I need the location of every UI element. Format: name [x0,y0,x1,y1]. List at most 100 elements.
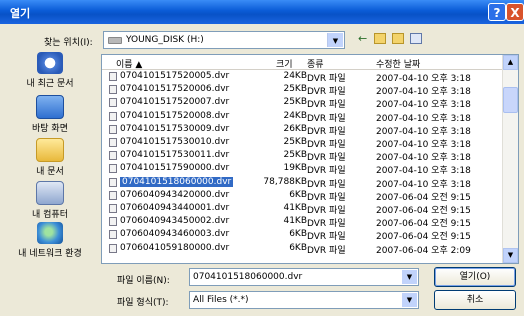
file-row[interactable]: 0706040943420000.dvr 6KB DVR 파일 2007-06-04 … [102,189,503,203]
column-header-row: 이름 ▲ 크기 종류 수정한 날짜 [102,55,503,70]
file-row[interactable]: 0704101517520005.dvr 24KB DVR 파일 2007-04-10… [102,70,503,84]
file-modified: 2007-06-04 오전 9:15 [376,219,471,230]
file-row[interactable]: 0704101517520007.dvr 25KB DVR 파일 2007-04-10… [102,96,503,111]
file-type: DVR 파일 [307,140,346,150]
scroll-thumb[interactable] [503,87,518,113]
filename-label: 파일 이름(N): [117,276,170,286]
column-type-header[interactable]: 종류 [307,57,324,70]
file-row[interactable]: 0706041059180000.dvr 6KB DVR 파일 2007-06-04 … [102,242,503,256]
column-modified-header[interactable]: 수정한 날짜 [376,57,420,70]
filename-value: 0704101518060000.dvr [193,272,303,282]
places-label: 내 컴퓨터 [32,210,68,220]
file-type: DVR 파일 [307,153,346,164]
places-label: 내 네트워크 환경 [18,249,82,259]
file-row[interactable]: 0704101517530009.dvr 26KB DVR 파일 2007-04-10… [102,123,503,137]
dvr-file-icon [109,177,117,187]
file-size: 25KB [283,137,307,147]
file-size: 25KB [283,150,307,161]
column-size-header[interactable]: 크기 [276,57,293,70]
file-name: 0704101517520008.dvr [120,110,230,121]
file-type: DVR 파일 [307,245,346,256]
file-name: 0704101517520006.dvr [120,84,230,95]
column-name-header[interactable]: 이름 ▲ [116,57,142,70]
file-row[interactable]: 0704101517520008.dvr 24KB DVR 파일 2007-04-10… [102,110,503,124]
chevron-down-icon[interactable]: ▼ [327,33,343,47]
file-size: 25KB [283,97,307,108]
file-size: 6KB [289,229,307,240]
file-modified: 2007-06-04 오전 9:15 [376,192,471,203]
close-button[interactable]: X [506,3,524,21]
file-size: 6KB [289,242,307,253]
places-desktop[interactable]: 바탕 화면 [6,95,94,134]
dvr-file-icon [109,151,117,161]
dvr-file-icon [109,124,117,134]
title-bar[interactable]: 열기 ? X [0,0,524,24]
recent-documents-icon [37,52,63,74]
up-folder-icon[interactable] [374,33,386,44]
file-row[interactable]: 0706040943460003.dvr 6KB DVR 파일 2007-06-04 … [102,228,503,243]
places-recent[interactable]: 내 최근 문서 [6,52,94,89]
file-list[interactable]: 이름 ▲ 크기 종류 수정한 날짜 0704101517520005.dvr 24… [101,54,519,264]
scroll-up-button[interactable]: ▲ [503,55,518,70]
location-value: YOUNG_DISK (H:) [126,35,204,45]
filename-input[interactable]: 0704101518060000.dvr ▼ [189,268,419,286]
view-menu-icon[interactable] [410,33,422,44]
file-size: 25KB [283,84,307,95]
file-type: DVR 파일 [307,74,346,84]
file-row[interactable]: 0706040943450002.dvr 41KB DVR 파일 2007-06-04… [102,215,503,230]
location-dropdown[interactable]: YOUNG_DISK (H:) ▼ [103,31,345,49]
file-type: DVR 파일 [307,219,346,230]
file-type: DVR 파일 [307,100,346,111]
new-folder-icon[interactable] [392,33,404,44]
file-name: 0704101518060000.dvr [120,176,234,187]
file-row[interactable]: 0704101517520006.dvr 25KB DVR 파일 2007-04-10… [102,83,503,98]
chevron-down-icon[interactable]: ▼ [402,270,417,284]
help-button[interactable]: ? [488,3,506,21]
file-modified: 2007-04-10 오후 3:18 [376,179,471,190]
open-button[interactable]: 열기(O) [434,267,516,287]
places-my-documents[interactable]: 내 문서 [6,138,94,177]
places-label: 바탕 화면 [32,124,68,134]
places-label: 내 최근 문서 [26,79,74,89]
file-name: 0706040943420000.dvr [120,189,230,200]
file-name: 0704101517590000.dvr [120,163,230,174]
file-row[interactable]: 0704101517590000.dvr 19KB DVR 파일 2007-04-10… [102,162,503,177]
file-row[interactable]: 0706040943440001.dvr 41KB DVR 파일 2007-06-04… [102,202,503,216]
file-modified: 2007-04-10 오후 3:18 [376,113,471,124]
file-name: 0704101517530010.dvr [120,137,230,147]
file-name: 0704101517530009.dvr [120,123,230,134]
network-icon [37,222,63,244]
file-modified: 2007-04-10 오후 3:18 [376,126,471,137]
filetype-dropdown[interactable]: All Files (*.*) ▼ [189,291,419,309]
file-modified: 2007-06-04 오전 9:15 [376,232,471,243]
file-type: DVR 파일 [307,232,346,243]
vertical-scrollbar[interactable]: ▲ ▼ [502,55,518,263]
dvr-file-icon [109,164,117,174]
back-arrow-icon[interactable]: ← [358,32,367,45]
cancel-button[interactable]: 취소 [434,290,516,310]
dvr-file-icon [109,111,117,121]
dvr-file-icon [109,138,117,147]
chevron-down-icon[interactable]: ▼ [402,293,417,307]
file-name: 0706040943440001.dvr [120,203,230,213]
file-type: DVR 파일 [307,126,346,137]
dvr-file-icon [109,85,117,95]
file-modified: 2007-04-10 오후 3:18 [376,74,471,84]
file-row[interactable]: 0704101517530010.dvr 25KB DVR 파일 2007-04-10… [102,136,503,150]
location-label: 찾는 위치(I): [44,38,93,48]
file-type: DVR 파일 [307,166,346,177]
scroll-down-button[interactable]: ▼ [503,248,518,263]
file-row[interactable]: 0704101518060000.dvr 78,788KB DVR 파일 2007-0… [102,176,503,190]
dvr-file-icon [109,190,117,200]
file-modified: 2007-04-10 오후 3:18 [376,166,471,177]
file-modified: 2007-04-10 오후 3:18 [376,153,471,164]
places-network[interactable]: 내 네트워크 환경 [6,222,94,259]
file-row[interactable]: 0704101517530011.dvr 25KB DVR 파일 2007-04-10… [102,149,503,164]
file-size: 41KB [283,203,307,213]
file-modified: 2007-04-10 오후 3:18 [376,87,471,98]
file-modified: 2007-04-10 오후 3:18 [376,140,471,150]
dvr-file-icon [109,204,117,213]
desktop-icon [36,95,64,119]
dvr-file-icon [109,72,117,81]
places-my-computer[interactable]: 내 컴퓨터 [6,181,94,220]
